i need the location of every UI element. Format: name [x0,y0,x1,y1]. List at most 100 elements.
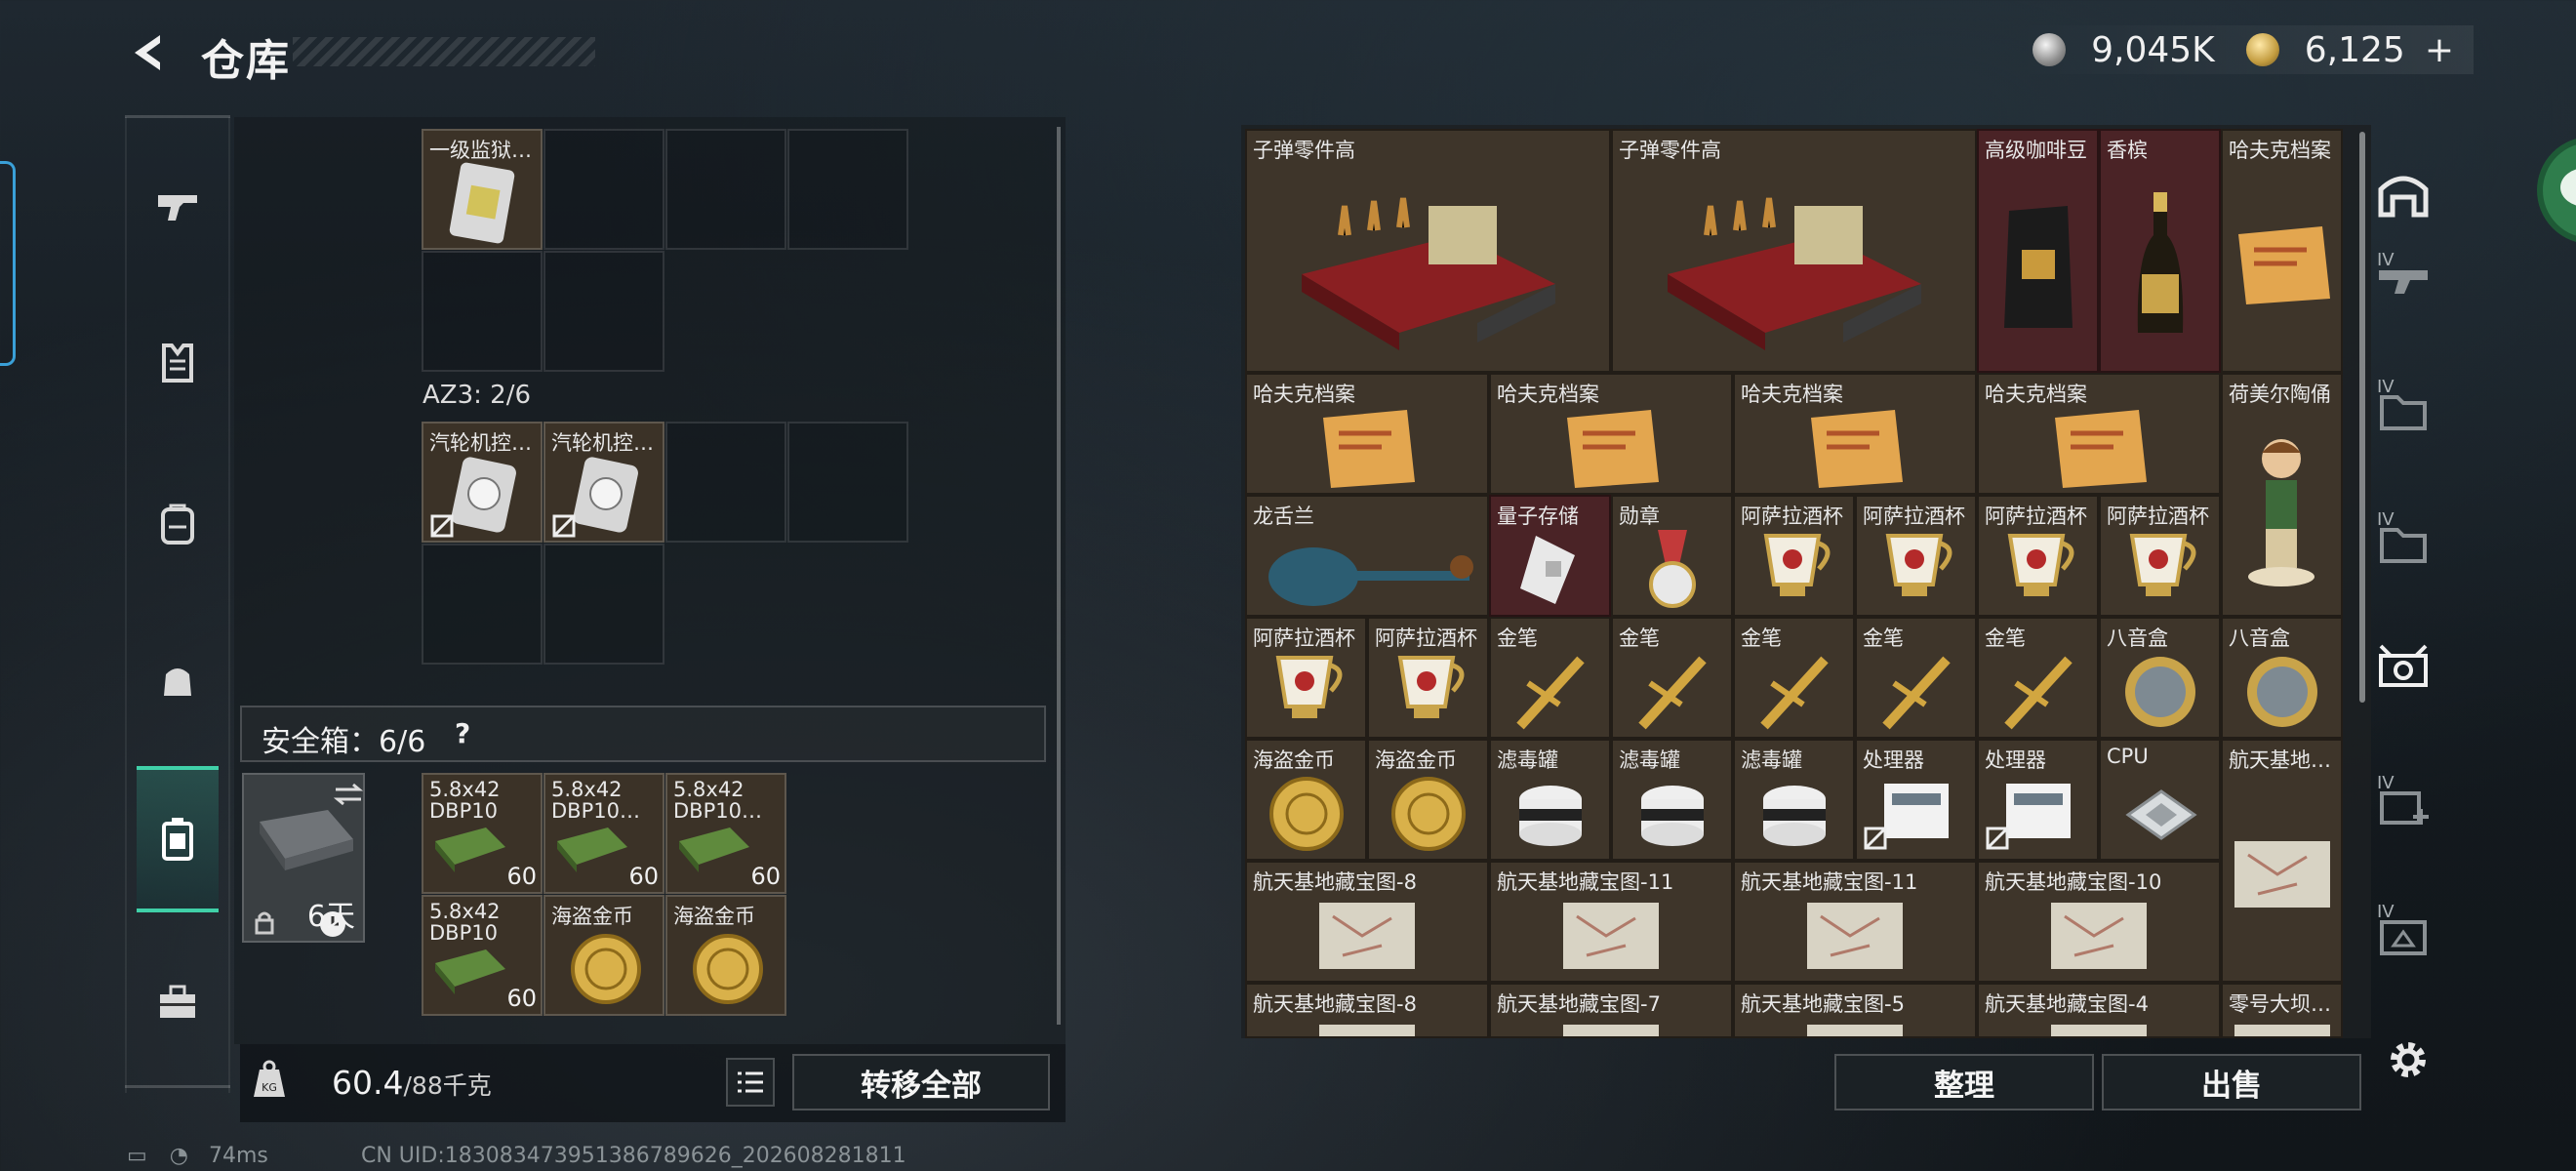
rail-armor[interactable] [137,322,219,404]
rail-backpack[interactable] [137,483,219,565]
list-view-button[interactable] [726,1058,775,1107]
warehouse-item[interactable]: 阿萨拉酒杯 [1855,495,1977,617]
warehouse-item[interactable]: 阿萨拉酒杯 [2099,495,2221,617]
empty-slot[interactable] [665,129,786,250]
item-slot[interactable]: 海盗金币 [665,895,786,1016]
warehouse-item[interactable]: 阿萨拉酒杯 [1733,495,1855,617]
warehouse-item[interactable]: 金笔 [1855,617,1977,739]
warehouse-item[interactable]: 龙舌兰 [1245,495,1489,617]
warehouse-item[interactable]: 荷美尔陶俑 [2221,373,2343,617]
warehouse-item[interactable]: 零号大坝… [2221,983,2343,1038]
warehouse-item[interactable]: 滤毒罐 [1489,739,1611,861]
warehouse-item[interactable]: 航天基地藏宝图-11 [1489,861,1733,983]
empty-slot[interactable] [543,544,664,665]
tab-medical-storage[interactable] [2373,777,2434,837]
sell-button[interactable]: 出售 [2102,1054,2361,1110]
item-count: 60 [750,863,781,890]
warehouse-item[interactable]: 航天基地藏宝图-11 [1733,861,1977,983]
rail-toolbox[interactable] [137,961,219,1043]
warehouse-item[interactable]: 航天基地… [2221,739,2343,983]
warehouse-item[interactable]: 八音盒 [2221,617,2343,739]
item-slot[interactable]: 一级监狱… [422,129,543,250]
warehouse-item[interactable]: 航天基地藏宝图-5 [1733,983,1977,1038]
warehouse-item[interactable]: 子弹零件高 [1611,129,1977,373]
rail-safe-case[interactable] [137,766,219,912]
item-slot[interactable]: 海盗金币 [543,895,664,1016]
empty-slot[interactable] [787,422,908,543]
warehouse-item[interactable]: 阿萨拉酒杯 [1977,495,2099,617]
warehouse-item[interactable]: 航天基地藏宝图-8 [1245,983,1489,1038]
lock-icon [255,911,274,935]
warehouse-item[interactable]: 子弹零件高 [1245,129,1611,373]
item-slot[interactable]: 汽轮机控… [422,422,543,543]
warehouse-item[interactable]: 哈夫克档案 [1977,373,2221,495]
wechat-float-button[interactable] [2537,137,2576,244]
add-currency-button[interactable]: + [2425,30,2454,70]
tab-weapons-storage[interactable] [2373,250,2434,310]
item-slot[interactable]: 汽轮机控… [543,422,664,543]
organize-button[interactable]: 整理 [1834,1054,2094,1110]
tab-misc-storage[interactable] [2373,906,2434,966]
warehouse-item[interactable]: 哈夫克档案 [1489,373,1733,495]
warehouse-item[interactable]: 高级咖啡豆 [1977,129,2099,373]
warehouse-item[interactable]: 海盗金币 [1367,739,1489,861]
empty-slot[interactable] [422,544,543,665]
safe-case-card[interactable]: 6天 [242,773,365,943]
tab-collectibles[interactable] [2373,636,2434,697]
warehouse-item[interactable]: 量子存储 [1489,495,1611,617]
warehouse-item[interactable]: 阿萨拉酒杯 [1367,617,1489,739]
warehouse-item[interactable]: 航天基地藏宝图-4 [1977,983,2221,1038]
warehouse-item[interactable]: 处理器 [1855,739,1977,861]
warehouse-item[interactable]: 金笔 [1733,617,1855,739]
warehouse-item[interactable]: 香槟 [2099,129,2221,373]
warehouse-item[interactable]: 八音盒 [2099,617,2221,739]
vest-icon [162,343,193,383]
tab-folder-storage[interactable] [2373,381,2434,441]
warehouse-item[interactable]: 金笔 [1977,617,2099,739]
warehouse-item[interactable]: 哈夫克档案 [1245,373,1489,495]
warehouse-item[interactable]: 阿萨拉酒杯 [1245,617,1367,739]
item-slot[interactable]: 5.8x42 DBP10 60 [422,895,543,1016]
rail-weapon[interactable] [137,166,219,248]
back-icon[interactable] [125,29,172,76]
warehouse-item[interactable]: 航天基地藏宝图-10 [1977,861,2221,983]
swap-icon[interactable] [334,783,363,806]
warehouse-item[interactable]: 哈夫克档案 [2221,129,2343,373]
warehouse-item[interactable]: 处理器 [1977,739,2099,861]
medkit-icon [2380,791,2429,825]
map-item-icon [1801,897,1909,979]
item-name: 海盗金币 [1253,748,1335,772]
left-scrollbar[interactable] [1057,127,1061,1025]
warehouse-item[interactable]: 航天基地藏宝图-7 [1489,983,1733,1038]
music-item-icon [2238,648,2326,738]
warehouse-scrollbar[interactable] [2359,132,2365,703]
warehouse-item[interactable]: 海盗金币 [1245,739,1367,861]
currency-bar: 9,045K 6,125 + [2013,25,2474,74]
warehouse-item[interactable]: 勋章 [1611,495,1733,617]
warehouse-item[interactable]: 滤毒罐 [1733,739,1855,861]
warehouse-item[interactable]: 航天基地藏宝图-8 [1245,861,1489,983]
cup-item-icon [1385,648,1472,738]
tab-warehouse-main[interactable] [2373,164,2434,224]
help-button[interactable]: ? [455,717,470,749]
warehouse-item[interactable]: 金笔 [1489,617,1611,739]
side-tab[interactable] [0,161,16,366]
empty-slot[interactable] [665,422,786,543]
item-name: 荷美尔陶俑 [2229,383,2331,406]
item-slot[interactable]: 5.8x42 DBP10 60 [422,773,543,894]
transfer-all-button[interactable]: 转移全部 [792,1054,1050,1110]
empty-slot[interactable] [543,251,664,372]
warehouse-item[interactable]: 滤毒罐 [1611,739,1733,861]
warehouse-item[interactable]: 哈夫克档案 [1733,373,1977,495]
rail-pouch[interactable] [137,639,219,721]
pen-item-icon [1507,648,1594,738]
settings-gear-icon[interactable] [2381,1032,2435,1087]
item-slot[interactable]: 5.8x42 DBP10… 60 [543,773,664,894]
tab-folder-storage-2[interactable] [2373,513,2434,574]
warehouse-item[interactable]: CPU [2099,739,2221,861]
empty-slot[interactable] [422,251,543,372]
item-slot[interactable]: 5.8x42 DBP10… 60 [665,773,786,894]
empty-slot[interactable] [787,129,908,250]
empty-slot[interactable] [543,129,664,250]
warehouse-item[interactable]: 金笔 [1611,617,1733,739]
